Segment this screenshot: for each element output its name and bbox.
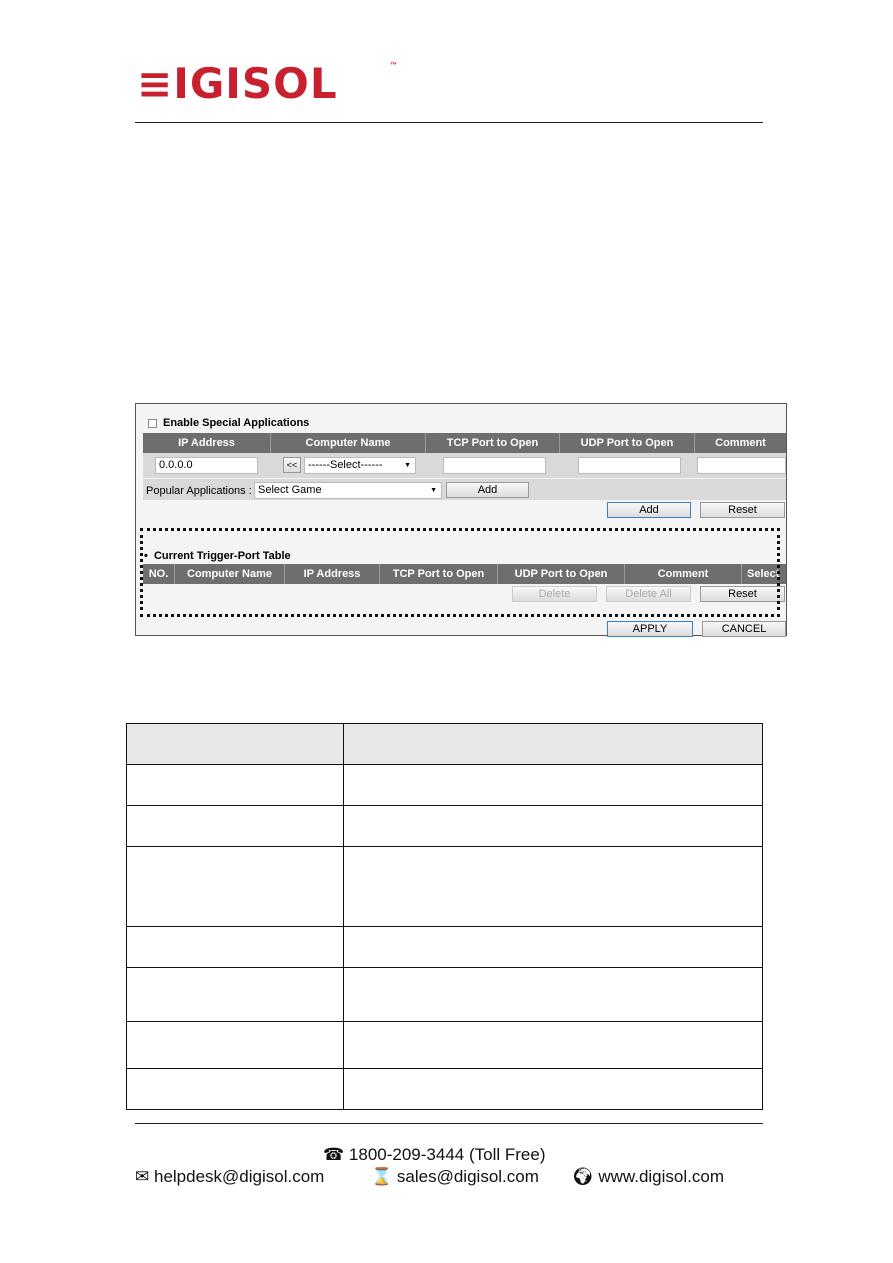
ip-address-input[interactable]: 0.0.0.0 [155,457,258,474]
cancel-button[interactable]: CANCEL [702,621,786,637]
game-select[interactable]: Select Game ▼ [254,482,442,499]
copy-computer-button[interactable]: << [283,457,301,473]
cell [343,1021,763,1069]
cell [343,764,763,806]
cell [343,926,763,968]
trademark: ™ [390,62,397,69]
web: 🌍︎ www.digisol.com [572,1167,724,1187]
cell [126,1068,344,1110]
comment-input[interactable] [697,457,786,474]
sales: ⌛ sales@digisol.com [371,1167,539,1187]
header-divider [135,122,763,123]
cell [343,846,763,927]
enable-checkbox[interactable] [148,419,157,428]
select-value: ------Select------ [308,459,383,471]
rule-table-header: IP Address Computer Name TCP Port to Ope… [143,433,786,453]
cell [126,926,344,968]
phone-icon: ☎ [323,1145,345,1164]
cell [126,846,344,927]
tcp-port-input[interactable] [443,457,546,474]
chevron-down-icon: ▼ [430,487,437,494]
cell [126,805,344,847]
phone: ☎ 1800-209-3444 (Toll Free) [323,1145,545,1165]
header-cell [343,723,763,765]
select-value: Select Game [258,484,322,496]
helpdesk: ✉ helpdesk@digisol.com [135,1167,324,1187]
footer-divider [135,1123,763,1124]
cell [126,1021,344,1069]
udp-port-input[interactable] [578,457,681,474]
cell [343,1068,763,1110]
add-button[interactable]: Add [607,502,691,518]
popular-add-button[interactable]: Add [446,482,529,498]
cell [126,764,344,806]
col-ip: IP Address [143,433,271,453]
globe-icon: 🌍︎ [572,1167,594,1186]
col-computer: Computer Name [271,433,426,453]
highlight-box [140,528,780,617]
computer-name-select[interactable]: ------Select------ ▼ [304,457,416,474]
cell [343,805,763,847]
popular-label: Popular Applications : [146,485,252,497]
mail-icon: ✉ [135,1167,150,1186]
cell [126,967,344,1022]
description-table [126,723,763,1110]
website-link[interactable]: www.digisol.com [598,1167,724,1186]
sales-email[interactable]: sales@digisol.com [397,1167,539,1186]
reset-button[interactable]: Reset [700,502,785,518]
col-tcp: TCP Port to Open [426,433,560,453]
chevron-down-icon: ▼ [404,462,411,469]
enable-label: Enable Special Applications [163,417,310,429]
cell [343,967,763,1022]
col-udp: UDP Port to Open [560,433,695,453]
apply-button[interactable]: APPLY [607,621,693,637]
header-cell [126,723,344,765]
phone-text: 1800-209-3444 (Toll Free) [348,1145,546,1164]
helpdesk-email[interactable]: helpdesk@digisol.com [154,1167,324,1186]
digisol-logo: ≡IGISOL [137,59,338,108]
col-comment: Comment [715,437,766,449]
hourglass-icon: ⌛ [371,1167,393,1186]
